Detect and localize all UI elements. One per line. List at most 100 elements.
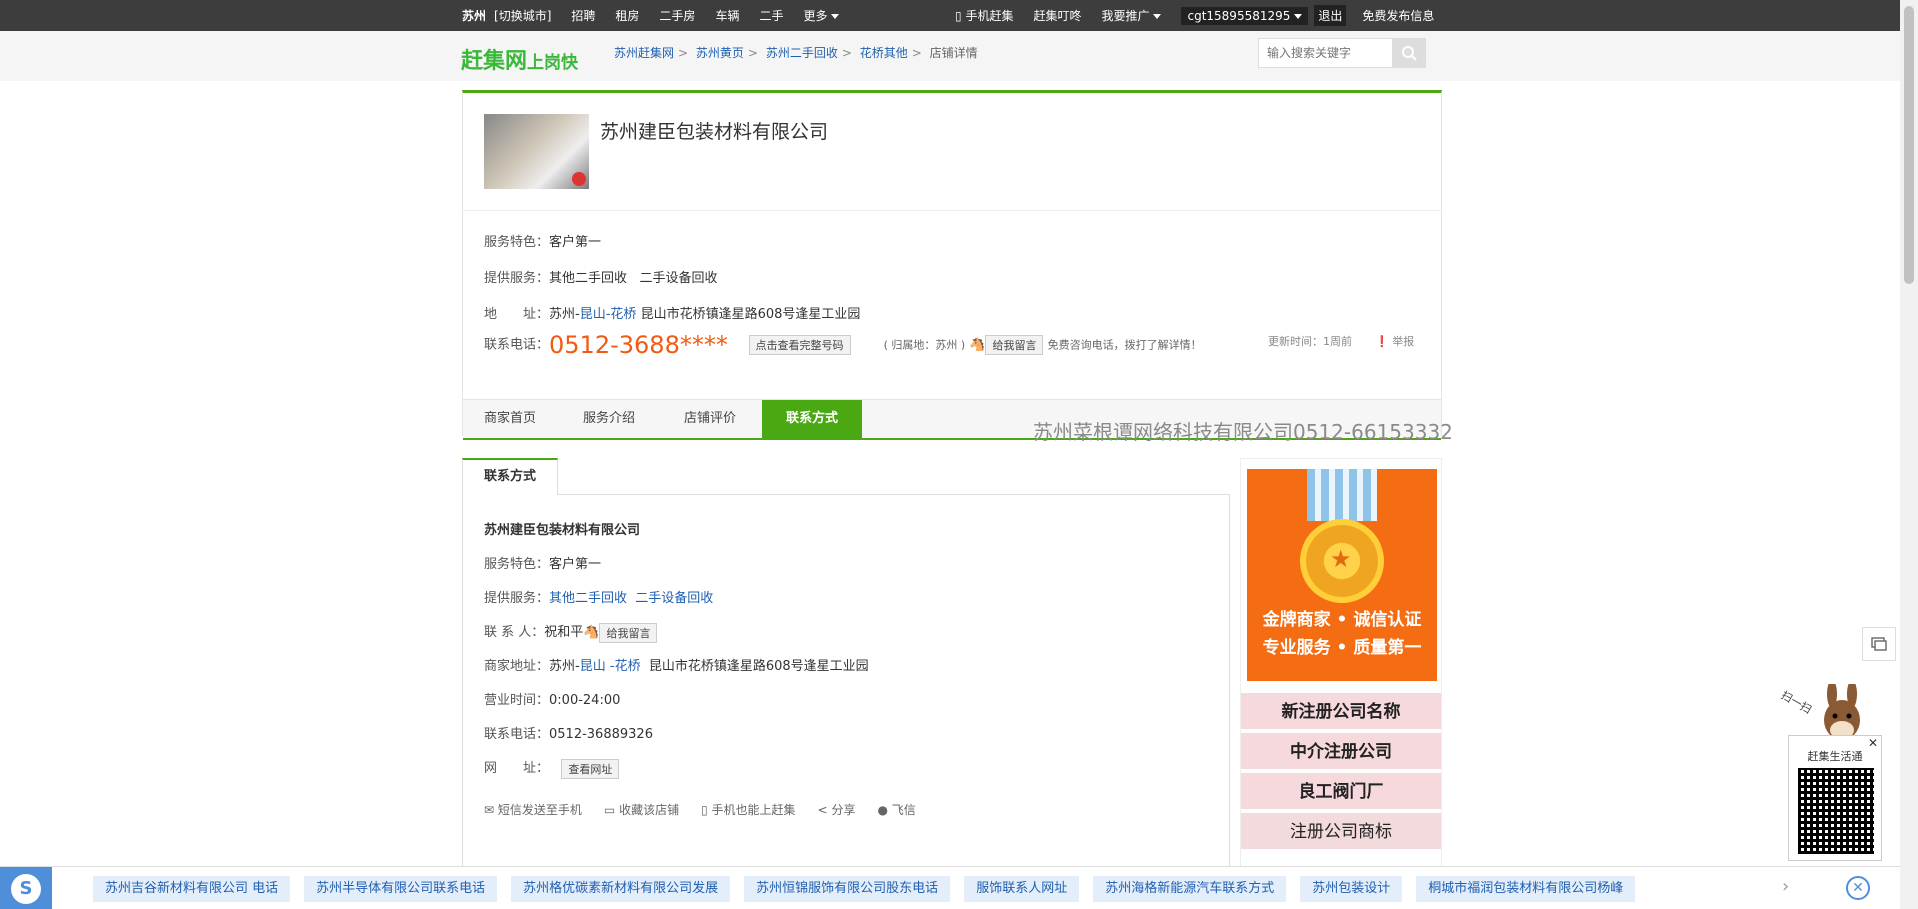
contact-tab[interactable]: 联系方式	[462, 458, 558, 495]
website-row: 网 址： 查看网址	[484, 757, 620, 779]
share-link[interactable]: < 分享	[818, 801, 856, 818]
share-icon: <	[817, 803, 828, 817]
dingdong-link[interactable]: 赶集叮咚	[1033, 7, 1081, 24]
sms-send-label: 短信发送至手机	[497, 803, 582, 817]
update-time: 更新时间：1周前	[1268, 335, 1352, 348]
chevron-down-icon	[1294, 13, 1303, 19]
fetion-label: 飞信	[891, 803, 916, 817]
breadcrumb-link[interactable]: 苏州二手回收	[766, 46, 838, 60]
suggestion-list: 苏州吉谷新材料有限公司 电话 苏州半导体有限公司联系电话 苏州格优碳素新材料有限…	[93, 876, 1649, 902]
suggestion-chip[interactable]: 桐城市福润包装材料有限公司杨峰	[1416, 876, 1636, 902]
promote-menu[interactable]: 我要推广	[1101, 7, 1162, 24]
chat-icon	[1871, 637, 1887, 651]
current-city: 苏州	[462, 9, 487, 23]
breadcrumb: 苏州赶集网 > 苏州黄页 > 苏州二手回收 > 花桥其他 > 店铺详情	[614, 44, 978, 61]
ad-link[interactable]: 良工阀门厂	[1241, 771, 1441, 809]
nav-more[interactable]: 更多	[803, 7, 840, 24]
report-link[interactable]: ❗ 举报	[1375, 333, 1414, 349]
badge-icon	[572, 172, 586, 186]
breadcrumb-link[interactable]: 苏州黄页	[696, 46, 744, 60]
qr-code	[1798, 768, 1874, 854]
site-header: 赶集网上岗快 苏州赶集网 > 苏州黄页 > 苏州二手回收 > 花桥其他 > 店铺详情	[0, 31, 1900, 81]
nav-secondhand[interactable]: 二手	[759, 7, 783, 24]
tab-services[interactable]: 服务介绍	[583, 400, 635, 438]
leave-message-button[interactable]: 给我留言	[599, 622, 658, 643]
breadcrumb-sep: >	[678, 46, 689, 60]
tab-contact[interactable]: 联系方式	[762, 400, 862, 438]
contact-service-row: 提供服务：其他二手回收 二手设备回收	[484, 587, 713, 606]
chevron-down-icon	[831, 14, 840, 19]
username: cgt15895581295	[1187, 8, 1291, 23]
leave-message-button[interactable]: 给我留言	[985, 335, 1044, 355]
suggestion-chip[interactable]: 苏州包装设计	[1300, 876, 1403, 902]
share-label: 分享	[831, 803, 856, 817]
district-link[interactable]: -花桥	[610, 659, 641, 674]
medal-icon: ★	[1300, 519, 1384, 603]
phone-attribution: ( 归属地：苏州 )	[883, 338, 966, 352]
mobile-app-link[interactable]: ▯ 手机也能上赶集	[701, 801, 795, 818]
gold-merchant-banner[interactable]: ★ 金牌商家 • 诚信认证 专业服务 • 质量第一	[1247, 469, 1437, 681]
breadcrumb-link[interactable]: 花桥其他	[860, 46, 908, 60]
contact-phone: 0512-36889326	[549, 727, 653, 742]
scrollbar-thumb[interactable]	[1904, 6, 1914, 284]
switch-city-link[interactable]: [切换城市]	[494, 7, 551, 24]
contact-panel: 苏州建臣包装材料有限公司 服务特色：客户第一 提供服务：其他二手回收 二手设备回…	[462, 458, 1230, 909]
suggestion-chip[interactable]: 苏州恒锦服饰有限公司股东电话	[744, 876, 951, 902]
contact-person: 祝和平	[544, 625, 584, 640]
hours-value: 0:00-24:00	[549, 693, 621, 708]
breadcrumb-link[interactable]: 苏州赶集网	[614, 46, 674, 60]
address-row: 地 址：苏州-昆山-花桥 昆山市花桥镇逢星路608号逢星工业园	[484, 303, 860, 322]
view-full-number-button[interactable]: 点击查看完整号码	[748, 335, 851, 355]
address-district-link[interactable]: 昆山-花桥	[580, 307, 637, 322]
action-bar: ✉ 短信发送至手机 ▭ 收藏该店铺 ▯ 手机也能上赶集 < 分享 ● 飞信	[484, 801, 938, 818]
tab-home[interactable]: 商家首页	[484, 400, 536, 438]
service-item: 二手设备回收	[639, 271, 718, 286]
donkey-icon: 🐴	[969, 337, 986, 353]
sogou-icon[interactable]: S	[0, 867, 52, 909]
feedback-button[interactable]	[1862, 627, 1896, 661]
fetion-icon: ●	[877, 803, 888, 817]
user-menu[interactable]: cgt15895581295	[1181, 6, 1309, 25]
suggestion-chip[interactable]: 苏州吉谷新材料有限公司 电话	[93, 876, 291, 902]
address-street: 昆山市花桥镇逢星路608号逢星工业园	[648, 659, 869, 674]
service-link[interactable]: 其他二手回收	[549, 591, 627, 606]
mobile-ganji-link[interactable]: ▯ 手机赶集	[955, 7, 1013, 24]
favorite-shop-link[interactable]: ▭ 收藏该店铺	[604, 801, 679, 818]
suggestion-chip[interactable]: 苏州海格新能源汽车联系方式	[1093, 876, 1287, 902]
logo[interactable]: 赶集网上岗快	[461, 43, 578, 75]
folder-icon: ▭	[603, 803, 616, 817]
sms-send-link[interactable]: ✉ 短信发送至手机	[484, 801, 582, 818]
contact-feature-label: 服务特色：	[484, 557, 550, 572]
top-nav: 苏州 [切换城市] 招聘 租房 二手房 车辆 二手 更多 ▯ 手机赶集 赶集叮咚…	[0, 0, 1900, 31]
view-website-button[interactable]: 查看网址	[561, 758, 620, 779]
publish-free-link[interactable]: 免费发布信息	[1362, 7, 1434, 24]
tab-reviews[interactable]: 店铺评价	[684, 400, 736, 438]
fetion-link[interactable]: ● 飞信	[877, 801, 915, 818]
nav-secondhand-house[interactable]: 二手房	[659, 7, 695, 24]
search-button[interactable]	[1392, 38, 1426, 68]
search-input[interactable]	[1259, 39, 1387, 67]
close-icon[interactable]: ✕	[1846, 876, 1870, 900]
free-call-note: 免费咨询电话，拨打了解详情！	[1047, 338, 1202, 352]
ad-link[interactable]: 中介注册公司	[1241, 731, 1441, 769]
suggestion-chip[interactable]: 苏州半导体有限公司联系电话	[304, 876, 498, 902]
chevron-down-icon	[1153, 14, 1162, 19]
service-label: 提供服务：	[484, 271, 550, 286]
ad-link[interactable]: 注册公司商标	[1241, 811, 1441, 849]
shop-thumbnail[interactable]	[484, 114, 589, 189]
chevron-right-icon[interactable]: ›	[1782, 876, 1789, 897]
suggestion-chip[interactable]: 服饰联系人网址	[964, 876, 1080, 902]
nav-jobs[interactable]: 招聘	[571, 7, 595, 24]
logout-link[interactable]: 退出	[1314, 5, 1347, 26]
nav-rent[interactable]: 租房	[615, 7, 639, 24]
scrollbar[interactable]	[1900, 0, 1918, 909]
service-link[interactable]: 二手设备回收	[635, 591, 713, 606]
ad-link[interactable]: 新注册公司名称	[1241, 691, 1441, 729]
suggestion-chip[interactable]: 苏州格优碳素新材料有限公司发展	[511, 876, 731, 902]
breadcrumb-current: 店铺详情	[929, 46, 978, 60]
breadcrumb-sep: >	[911, 46, 922, 60]
district-link[interactable]: 昆山	[580, 659, 606, 674]
nav-vehicles[interactable]: 车辆	[715, 7, 739, 24]
contact-feature-row: 服务特色：客户第一	[484, 553, 601, 572]
phone-icon: ▯	[955, 9, 962, 23]
